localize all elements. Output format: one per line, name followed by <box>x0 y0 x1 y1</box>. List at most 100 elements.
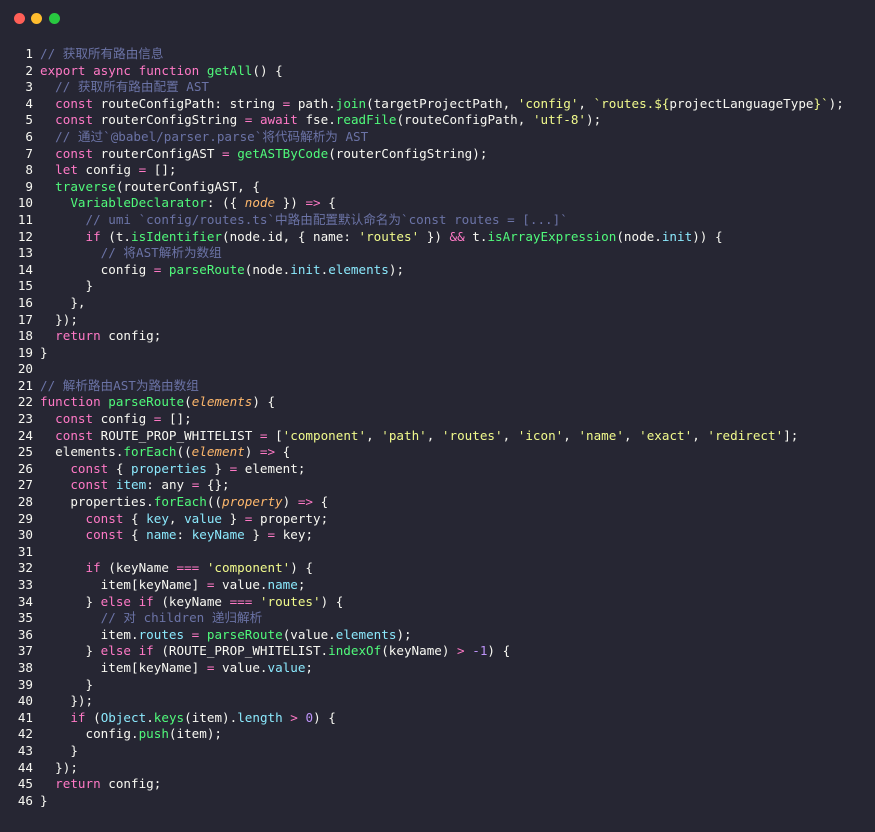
line-number: 19 <box>17 344 33 360</box>
code-token: 'config' <box>517 95 579 111</box>
line-number: 16 <box>17 294 33 310</box>
code-token: } <box>40 792 48 808</box>
line-number: 32 <box>17 560 33 576</box>
code-token: // umi `config/routes.ts`中路由配置默认命名为`cons… <box>85 211 568 227</box>
code-token: (node. <box>244 261 291 277</box>
code-line: 7 const routerConfigAST = getASTByCode(r… <box>0 146 875 163</box>
code-line: 36 item.routes = parseRoute(value.elemen… <box>0 627 875 644</box>
code-token: indexOf <box>328 643 382 659</box>
code-token: (( <box>176 444 192 460</box>
code-token: []; <box>161 411 192 427</box>
code-token: const <box>70 460 109 476</box>
line-source: }, <box>40 294 86 312</box>
code-line: 37 } else if (ROUTE_PROP_WHITELIST.index… <box>0 643 875 660</box>
line-number: 26 <box>17 460 33 476</box>
code-token: } <box>222 510 245 526</box>
line-source: export async function getAll() { <box>40 63 283 80</box>
line-number: 41 <box>17 709 33 725</box>
code-token: 'redirect' <box>707 427 784 443</box>
code-token: -1 <box>472 643 488 659</box>
code-token: => <box>259 444 276 460</box>
zoom-window-button[interactable] <box>49 13 60 24</box>
code-token: : ({ <box>206 195 245 211</box>
code-token: ); <box>388 261 405 277</box>
code-line: 15 } <box>0 278 875 295</box>
code-token: () { <box>252 62 283 78</box>
code-token: // 获取所有路由配置 AST <box>55 79 209 95</box>
code-token: 'component' <box>206 560 291 576</box>
line-number: 40 <box>17 693 33 709</box>
line-number: 15 <box>17 278 33 294</box>
code-token: value. <box>214 577 268 592</box>
code-token: else if <box>100 593 154 609</box>
code-token: (( <box>206 494 222 510</box>
line-number: 18 <box>17 328 33 344</box>
code-token: (routerConfigString); <box>328 145 488 161</box>
code-token: path. <box>290 95 336 111</box>
code-token: }); <box>40 759 78 775</box>
code-token: function <box>138 62 200 78</box>
code-token: property; <box>252 510 329 526</box>
line-source: // 获取所有路由配置 AST <box>40 79 209 96</box>
code-token: 'exact' <box>639 427 693 443</box>
code-line: 46} <box>0 793 875 810</box>
code-token: , <box>578 95 594 111</box>
code-token: value <box>267 659 306 675</box>
code-token: traverse <box>55 178 116 194</box>
code-token: ); <box>828 95 844 111</box>
code-token: (value. <box>282 626 336 642</box>
line-source: const routerConfigAST = getASTByCode(rou… <box>40 146 487 163</box>
code-token: // 对 children 递归解析 <box>100 610 263 626</box>
code-token: isArrayExpression <box>487 228 617 244</box>
code-token: const <box>85 527 124 543</box>
line-source: // 对 children 递归解析 <box>40 610 263 627</box>
code-token: }, <box>40 294 86 310</box>
code-token: elements <box>191 394 253 410</box>
line-number: 13 <box>17 245 33 261</box>
code-token: } <box>206 460 230 476</box>
code-token: parseRoute <box>168 261 245 277</box>
code-token: ); <box>396 626 412 642</box>
code-line: 39 } <box>0 677 875 694</box>
code-token: config <box>93 411 154 427</box>
code-token: , <box>623 427 640 443</box>
line-source: if (t.isIdentifier(node.id, { name: 'rou… <box>40 229 723 246</box>
code-token: item[keyName] <box>40 577 207 592</box>
code-token: }` <box>813 95 829 111</box>
code-token: config; <box>100 328 162 344</box>
line-source: traverse(routerConfigAST, { <box>40 179 260 196</box>
code-token: push <box>138 726 169 742</box>
code-token: key; <box>275 527 314 543</box>
code-line: 44 }); <box>0 760 875 777</box>
line-number: 8 <box>25 162 33 178</box>
code-token: node <box>244 195 276 211</box>
code-token: { <box>313 494 329 510</box>
line-number: 1 <box>25 46 33 61</box>
code-token: value. <box>214 659 268 675</box>
code-token: ) { <box>487 643 511 659</box>
code-token: && <box>449 228 465 244</box>
close-window-button[interactable] <box>14 13 25 24</box>
minimize-window-button[interactable] <box>31 13 42 24</box>
code-token: return <box>55 328 101 344</box>
line-source: if (Object.keys(item).length > 0) { <box>40 709 335 727</box>
code-token: . <box>146 709 154 725</box>
code-token: elements. <box>40 444 124 460</box>
code-token: } <box>40 742 78 758</box>
line-source: item.routes = parseRoute(value.elements)… <box>40 627 412 644</box>
code-line: 18 return config; <box>0 328 875 345</box>
code-token: 'component' <box>282 427 367 443</box>
code-token: const <box>55 95 94 111</box>
line-number: 9 <box>25 178 33 194</box>
code-token: (node. <box>616 228 662 244</box>
code-token: (keyName) <box>381 643 458 659</box>
